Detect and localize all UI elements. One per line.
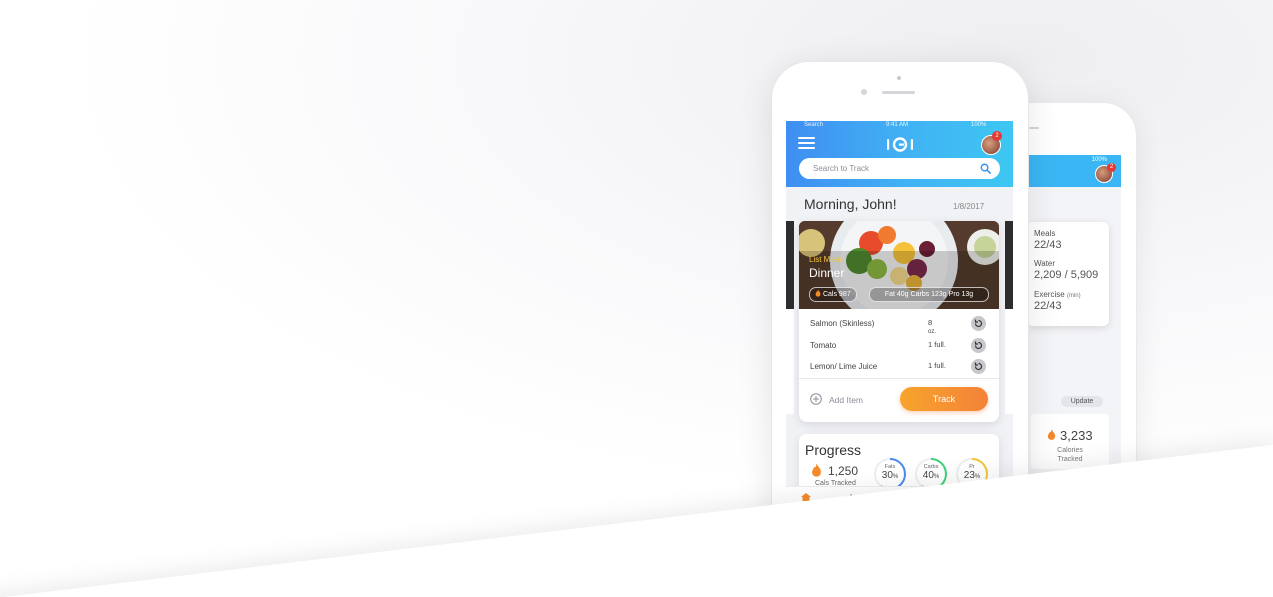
search-icon[interactable] [980,163,991,174]
meal-type: List Meal [809,255,842,264]
flame-icon [1048,429,1056,440]
reorder-icon[interactable] [971,338,986,353]
earpiece-speaker [882,91,915,94]
water-label: Water [1034,259,1056,268]
add-icon[interactable] [810,393,822,405]
reorder-icon[interactable] [971,316,986,331]
ring-value: 23% [963,470,981,481]
status-battery: 100% [971,122,987,128]
ring-value: 40% [922,470,940,481]
proximity-sensor [861,89,867,95]
item-name: Lemon/ Lime Juice [810,362,878,371]
menu-icon[interactable] [798,137,815,149]
status-time: 9:41 AM [886,122,909,128]
calories-card[interactable]: 3,233 Calories Tracked [1031,414,1109,469]
back-phone-speaker [1029,127,1039,129]
back-notification-badge: 2 [1107,163,1116,172]
water-card[interactable]: 40 oz Water Tracked [1031,477,1109,523]
greeting: Morning, John! [804,196,897,212]
back-summary-card: Meals 22/43 Water 2,209 / 5,909 Exercise… [1027,222,1109,326]
item-name: Salmon (Skinless) [810,319,875,328]
meals-value: 22/43 [1034,239,1062,251]
cals-tracked-value: 1,250 [828,464,859,478]
flame-icon [815,289,821,297]
tab-bar [786,486,1013,532]
progress-title: Progress [805,442,862,458]
water-tracked-value: 40 oz [1031,490,1109,505]
water-drop-icon [1050,490,1060,502]
calories-chip: Cals 987 [809,287,857,302]
item-qty: 1 full. [928,340,946,349]
exercise-value: 22/43 [1034,300,1062,312]
water-value: 2,209 / 5,909 [1034,269,1099,281]
app-header: Search 9:41 AM 100% 2 Search to Track [786,121,1013,187]
front-camera [897,76,901,80]
add-item-button[interactable]: Add Item [829,395,863,405]
search-bar[interactable]: Search to Track [799,158,1000,179]
calories-label: Calories Tracked [1057,447,1083,463]
meal-item-row: Salmon (Skinless) 8 oz. [810,316,990,336]
item-name: Tomato [810,341,837,350]
app-logo [887,137,913,152]
macros-chip: Fat 40g Carbs 123g Pro 13g [869,287,989,302]
notification-badge: 2 [992,131,1002,141]
front-phone: Search 9:41 AM 100% 2 Search to Track Mo… [771,61,1029,533]
add-tab-icon[interactable] [894,491,902,499]
update-button[interactable]: Update [1061,396,1103,407]
meal-item-row: Lemon/ Lime Juice 1 full. [810,359,990,377]
app-screen: Search 9:41 AM 100% 2 Search to Track Mo… [786,121,1013,532]
reorder-icon[interactable] [971,359,986,374]
stats-icon[interactable] [846,493,856,499]
home-icon[interactable] [800,492,812,502]
meal-item-row: Tomato 1 full. [810,338,990,356]
date-label: 1/8/2017 [953,202,985,211]
search-input[interactable]: Search to Track [813,158,869,179]
item-qty: 8 oz. [928,318,937,336]
meal-card[interactable]: List Meal Dinner Cals 987 Fat 40g Carbs … [799,221,999,422]
status-carrier: Search [804,122,824,128]
meals-label: Meals [1034,229,1056,238]
item-qty: 1 full. [928,361,946,370]
water-tracked-label: Water Tracked [1047,510,1093,517]
calories-value: 3,233 [1031,428,1109,443]
meal-name: Dinner [809,266,845,280]
flame-icon [812,463,821,477]
ring-value: 30% [881,470,899,481]
back-battery: 100% [1091,157,1107,163]
next-meal-card[interactable] [1005,221,1013,414]
prev-meal-card[interactable] [786,221,794,414]
exercise-label: Exercise (min) [1034,290,1081,299]
track-button[interactable]: Track [900,387,988,411]
divider [799,378,999,379]
